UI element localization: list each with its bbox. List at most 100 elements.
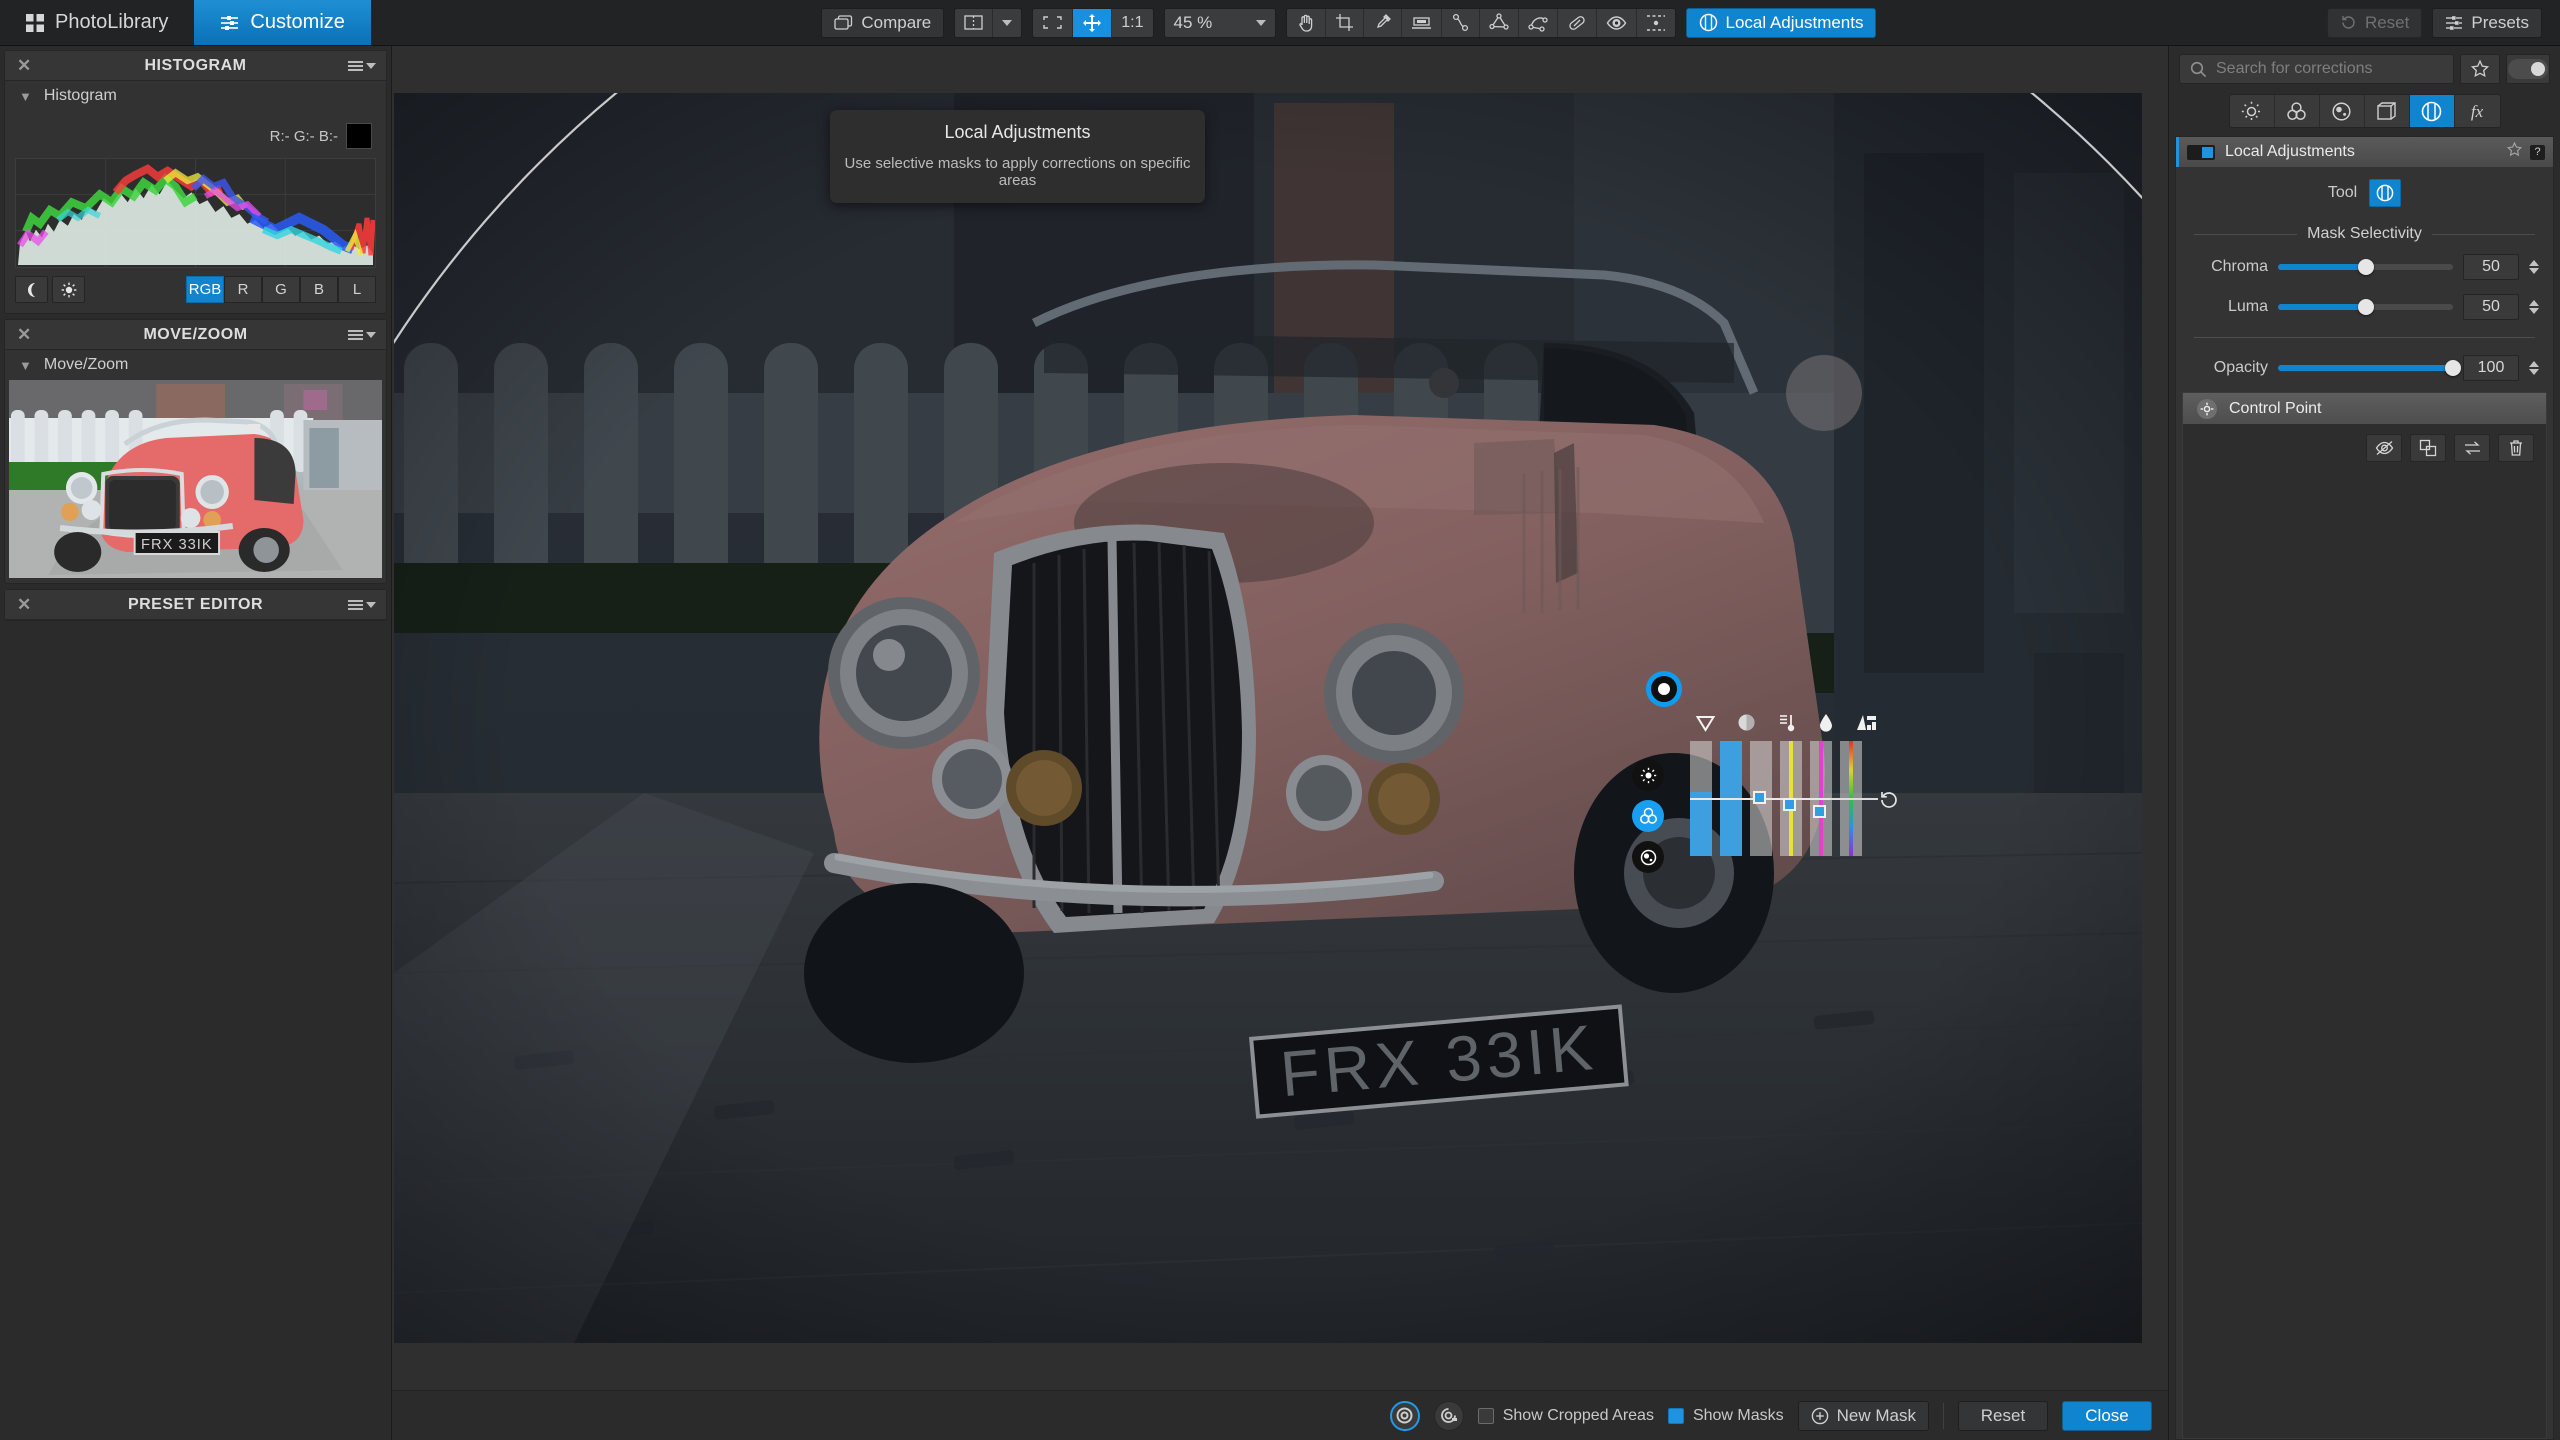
panel-menu-button[interactable] <box>348 60 376 71</box>
tool-button[interactable] <box>2369 179 2402 207</box>
chroma-stepper[interactable] <box>2529 260 2539 274</box>
category-detail[interactable] <box>2319 95 2365 127</box>
help-icon[interactable]: ? <box>2530 144 2545 160</box>
reset-button[interactable]: Reset <box>2326 7 2423 38</box>
category-light[interactable] <box>2229 95 2275 127</box>
category-color[interactable] <box>2274 95 2320 127</box>
favorite-star-icon[interactable] <box>2507 141 2522 162</box>
handle-structure[interactable] <box>1753 791 1766 804</box>
module-title: Local Adjustments <box>2225 143 2355 160</box>
category-effects[interactable]: fx <box>2454 95 2500 127</box>
slider-knob[interactable] <box>2357 299 2374 315</box>
pan-move-button[interactable] <box>1073 8 1113 37</box>
handle-tint[interactable] <box>1813 805 1826 818</box>
channel-button-l[interactable]: L <box>338 276 376 303</box>
heal-tool-button[interactable] <box>1558 8 1597 37</box>
luma-slider[interactable] <box>2278 299 2453 315</box>
eyedropper-tool-button[interactable] <box>1364 8 1402 37</box>
marquee-tool-button[interactable] <box>1637 9 1675 37</box>
control-point-footer <box>2183 424 2546 472</box>
straighten-tool-button[interactable] <box>1402 8 1442 37</box>
shadow-clip-button[interactable] <box>15 276 48 303</box>
close-button[interactable]: Close <box>2062 1400 2152 1431</box>
fit-to-screen-button[interactable] <box>1033 8 1074 37</box>
photo-viewport[interactable]: FRX 33IK <box>394 93 2142 1343</box>
tab-photolibrary[interactable]: PhotoLibrary <box>0 0 194 45</box>
histogram-section-row[interactable]: ▼ Histogram <box>5 81 386 111</box>
slider-knob[interactable] <box>2445 360 2461 376</box>
zoom-level-select[interactable]: 45 % <box>1163 7 1276 38</box>
search-box[interactable] <box>2179 54 2454 84</box>
crop-tool-button[interactable] <box>1326 8 1364 37</box>
tab-customize[interactable]: Customize <box>194 0 371 45</box>
ratio-1-1-button[interactable]: 1:1 <box>1112 9 1152 37</box>
grid-icon <box>26 13 44 32</box>
delete-icon[interactable] <box>2498 434 2534 462</box>
favorites-button[interactable] <box>2460 54 2500 84</box>
opacity-value[interactable]: 100 <box>2463 355 2519 381</box>
histogram-readout-row: R:- G:- B:- <box>15 115 376 158</box>
category-geometry[interactable] <box>2364 95 2410 127</box>
panel-menu-button[interactable] <box>348 599 376 610</box>
module-enable-toggle[interactable] <box>2187 144 2215 160</box>
main-body: ✕ HISTOGRAM ▼ Histogram R:- G:- B:- RGB … <box>0 46 2560 1440</box>
view-mode-dropdown[interactable] <box>993 9 1021 37</box>
luma-stepper[interactable] <box>2529 300 2539 314</box>
search-input[interactable] <box>2216 60 2443 78</box>
slider-knob[interactable] <box>2357 259 2374 275</box>
channel-button-b[interactable]: B <box>300 276 338 303</box>
hide-mask-icon[interactable] <box>2366 434 2402 462</box>
navigator-thumbnail[interactable]: FRX 33IK <box>9 380 382 578</box>
panel-menu-button[interactable] <box>348 329 376 340</box>
local-adjustments-button[interactable]: Local Adjustments <box>1685 7 1877 38</box>
handle-temperature[interactable] <box>1783 798 1796 811</box>
new-mask-button[interactable]: New Mask <box>1797 1400 1929 1431</box>
erase-mask-mode-button[interactable] <box>1433 1400 1464 1431</box>
split-view-button[interactable] <box>955 8 994 37</box>
path-tool-button[interactable] <box>1442 8 1480 37</box>
clone-tool-button[interactable] <box>1597 8 1637 37</box>
reset-mask-button[interactable]: Reset <box>1958 1400 2048 1431</box>
zoom-group[interactable]: 1:1 <box>1032 7 1154 38</box>
channel-button-g[interactable]: G <box>262 276 300 303</box>
edit-tools-group[interactable] <box>1285 7 1676 38</box>
duplicate-icon[interactable] <box>2410 434 2446 462</box>
opacity-stepper[interactable] <box>2529 361 2539 375</box>
swap-icon[interactable] <box>2454 434 2490 462</box>
category-local-adjustments[interactable] <box>2409 95 2455 127</box>
module-header[interactable]: Local Adjustments ? <box>2176 137 2553 167</box>
close-icon[interactable]: ✕ <box>17 595 32 615</box>
module-toggle-button[interactable] <box>2506 54 2550 84</box>
compare-button[interactable]: Compare <box>821 7 945 38</box>
control-point-mode-button[interactable] <box>1389 1400 1420 1431</box>
light-icon[interactable] <box>1632 759 1664 791</box>
close-icon[interactable]: ✕ <box>17 56 32 76</box>
mode-tabs: PhotoLibrary Customize <box>0 0 371 45</box>
channel-button-rgb[interactable]: RGB <box>186 276 224 303</box>
show-masks-checkbox[interactable]: Show Masks <box>1667 1407 1784 1425</box>
view-mode-group[interactable] <box>954 7 1023 38</box>
control-point-reset-icon[interactable] <box>1878 789 1900 817</box>
image-canvas[interactable]: FRX 33IK <box>392 46 2168 1390</box>
chroma-slider[interactable] <box>2278 259 2453 275</box>
chevron-down-icon <box>366 62 376 69</box>
channel-button-r[interactable]: R <box>224 276 262 303</box>
opacity-slider[interactable] <box>2278 360 2461 376</box>
list-item[interactable]: Control Point <box>2183 393 2546 424</box>
highlight-clip-button[interactable] <box>52 276 85 303</box>
color-icon[interactable] <box>1632 800 1664 832</box>
hamburger-icon <box>348 60 363 71</box>
detail-icon[interactable] <box>1632 841 1664 873</box>
movezoom-section-row[interactable]: ▼ Move/Zoom <box>5 350 386 380</box>
polygon-tool-button[interactable] <box>1480 8 1519 37</box>
show-cropped-areas-checkbox[interactable]: Show Cropped Areas <box>1477 1407 1654 1425</box>
chroma-value[interactable]: 50 <box>2463 254 2519 280</box>
curve-tool-button[interactable] <box>1519 8 1558 37</box>
histogram-panel-title: HISTOGRAM <box>144 56 247 74</box>
hand-tool-button[interactable] <box>1287 8 1326 37</box>
slider-fill <box>2278 365 2453 371</box>
control-point-handle[interactable] <box>1646 671 1682 707</box>
close-icon[interactable]: ✕ <box>17 325 32 345</box>
luma-value[interactable]: 50 <box>2463 294 2519 320</box>
presets-button[interactable]: Presets <box>2432 7 2542 38</box>
